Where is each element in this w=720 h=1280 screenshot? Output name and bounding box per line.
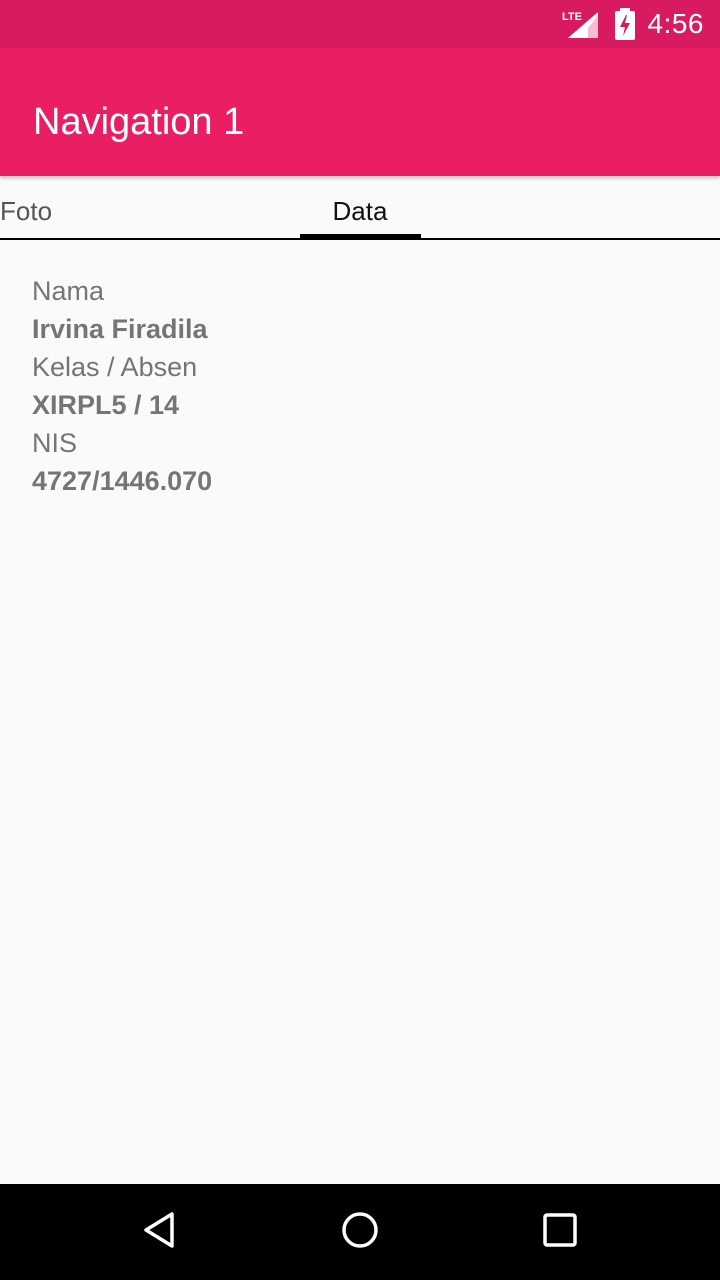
name-label: Nama xyxy=(32,276,105,306)
status-time: 4:56 xyxy=(647,8,704,39)
class-value: XIRPL5 / 14 xyxy=(32,390,180,420)
back-button[interactable] xyxy=(112,1184,208,1280)
home-icon xyxy=(340,1210,380,1254)
status-icons: LTE 4:56 xyxy=(562,0,705,48)
name-value: Irvina Firadila xyxy=(32,314,208,344)
nis-label: NIS xyxy=(32,428,78,458)
tab-selected-indicator xyxy=(300,234,421,240)
tab-bar: Foto Data xyxy=(0,176,720,240)
profile-data: Nama Irvina Firadila Kelas / Absen XIRPL… xyxy=(32,272,212,500)
back-icon xyxy=(140,1210,180,1254)
system-nav-bar xyxy=(0,1184,720,1280)
tab-data[interactable]: Data xyxy=(300,176,420,238)
status-bar: LTE 4:56 xyxy=(0,0,720,48)
recents-icon xyxy=(540,1210,580,1254)
page-title: Navigation 1 xyxy=(33,101,245,143)
home-button[interactable] xyxy=(312,1184,408,1280)
lte-signal-icon: LTE xyxy=(562,8,602,40)
app-bar: Navigation 1 xyxy=(0,48,720,176)
class-label: Kelas / Absen xyxy=(32,352,198,382)
nis-value: 4727/1446.070 xyxy=(32,466,213,496)
battery-charging-icon xyxy=(614,8,636,40)
tab-foto[interactable]: Foto xyxy=(0,176,52,238)
svg-text:LTE: LTE xyxy=(562,11,582,23)
recents-button[interactable] xyxy=(512,1184,608,1280)
